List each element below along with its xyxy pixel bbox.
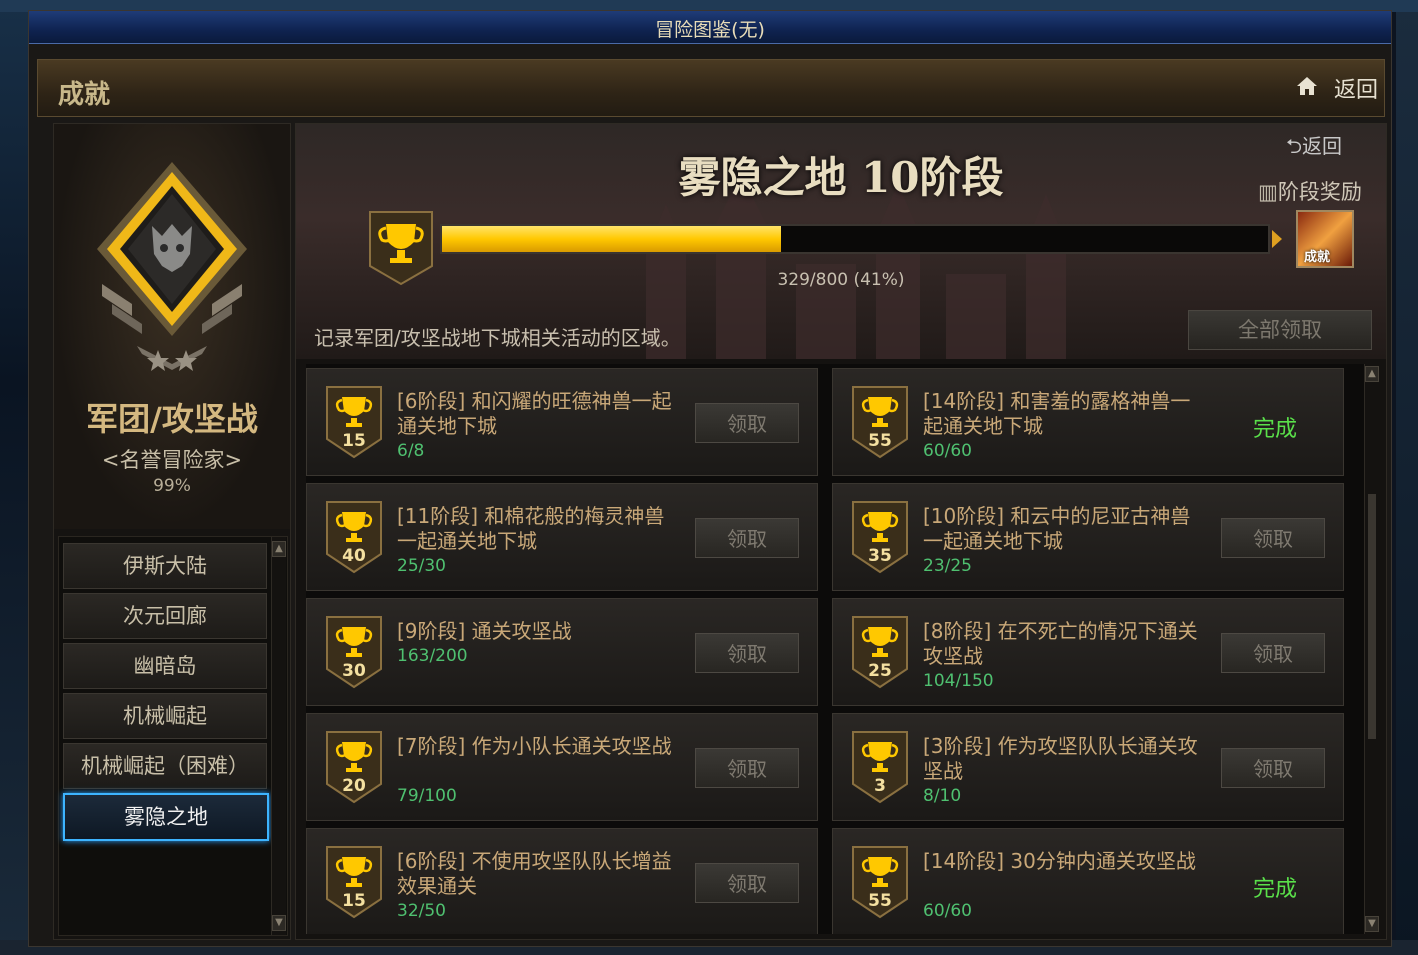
achievement-claim-button[interactable]: 领取 <box>1221 518 1325 558</box>
claim-all-button[interactable]: 全部领取 <box>1188 310 1372 350</box>
achievement-scrollbar[interactable]: ▲ ▼ <box>1364 364 1379 934</box>
achievement-card: 40 [11阶段] 和棉花般的梅灵神兽一起通关地下城 25/30 领取 <box>306 483 818 591</box>
achievement-progress: 104/150 <box>923 671 994 691</box>
nav-item-mechanical-rise-hard[interactable]: 机械崛起（困难） <box>63 743 267 789</box>
achievement-progress: 32/50 <box>397 901 446 921</box>
achievement-points: 15 <box>342 891 366 911</box>
stage-return-label: 返回 <box>1302 134 1343 158</box>
achievement-card: 35 [10阶段] 和云中的尼亚古神兽一起通关地下城 23/25 领取 <box>832 483 1344 591</box>
achievement-points: 15 <box>342 431 366 451</box>
adventure-codex-window: 冒险图鉴(无) 成就 返回 军团/攻坚战 <名誉冒险家> 99% 伊斯大陆 次元… <box>28 10 1392 947</box>
achievement-points: 3 <box>874 776 886 796</box>
window-titlebar[interactable]: 冒险图鉴(无) <box>29 11 1391 44</box>
achievement-title: [9阶段] 通关攻坚战 <box>397 619 572 643</box>
achievement-points: 40 <box>342 546 366 566</box>
section-header: 成就 返回 <box>37 59 1385 117</box>
category-honor-title: <名誉冒险家> <box>101 448 243 472</box>
achievement-title: [8阶段] 在不死亡的情况下通关攻坚战 <box>923 619 1198 668</box>
achievement-card: 55 [14阶段] 和害羞的露格神兽一起通关地下城 60/60 完成 <box>832 368 1344 476</box>
stage-panel: 雾隐之地 10阶段 ⮌返回 ▥阶段奖励 成就 329/800 (41%) 记录军… <box>295 123 1387 940</box>
achievement-points: 55 <box>868 431 892 451</box>
nav-item-dark-island[interactable]: 幽暗岛 <box>63 643 267 689</box>
achievement-card: 15 [6阶段] 和闪耀的旺德神兽一起通关地下城 6/8 领取 <box>306 368 818 476</box>
achievement-points: 25 <box>868 661 892 681</box>
nav-scrollbar[interactable]: ▲ ▼ <box>271 537 286 935</box>
achievement-points: 20 <box>342 776 366 796</box>
chevron-up-icon[interactable]: ▲ <box>1365 366 1379 382</box>
achievement-progress: 6/8 <box>397 441 425 461</box>
gift-icon: ▥ <box>1258 180 1278 204</box>
achievement-progress: 25/30 <box>397 556 446 576</box>
achievement-claim-button[interactable]: 领取 <box>1221 633 1325 673</box>
achievement-card: 3 [3阶段] 作为攻坚队队长通关攻坚战 8/10 领取 <box>832 713 1344 821</box>
achievement-points: 30 <box>342 661 366 681</box>
background-left-strip <box>0 0 30 955</box>
return-arrow-icon: ⮌ <box>1286 134 1303 158</box>
nav-item-misty-land[interactable]: 雾隐之地 <box>63 793 269 841</box>
stage-progress-text: 329/800 (41%) <box>777 270 905 290</box>
achievement-card: 15 [6阶段] 不使用攻坚队队长增益效果通关 32/50 领取 <box>306 828 818 934</box>
header-back-button[interactable]: 返回 <box>1334 72 1378 104</box>
category-badge-area: 军团/攻坚战 <名誉冒险家> 99% <box>54 124 290 529</box>
achievement-title: [6阶段] 不使用攻坚队队长增益效果通关 <box>397 849 672 898</box>
stage-progress-bar <box>440 224 1270 254</box>
achievement-progress: 60/60 <box>923 901 972 921</box>
achievement-complete-label: 完成 <box>1253 417 1298 442</box>
home-icon[interactable] <box>1296 76 1318 96</box>
stage-return-button[interactable]: ⮌返回 <box>1286 130 1342 166</box>
achievement-title: [7阶段] 作为小队长通关攻坚战 <box>397 734 672 758</box>
achievement-claim-button[interactable]: 领取 <box>695 863 799 903</box>
achievement-points: 35 <box>868 546 892 566</box>
stage-banner: 雾隐之地 10阶段 ⮌返回 ▥阶段奖励 成就 329/800 (41%) 记录军… <box>296 124 1386 359</box>
achievement-progress: 23/25 <box>923 556 972 576</box>
stage-reward-button[interactable]: ▥阶段奖励 <box>1258 176 1362 206</box>
achievement-claim-button[interactable]: 领取 <box>1221 748 1325 788</box>
window-title: 冒险图鉴(无) <box>655 19 765 41</box>
achievement-card: 30 [9阶段] 通关攻坚战 163/200 领取 <box>306 598 818 706</box>
stage-description: 记录军团/攻坚战地下城相关活动的区域。 <box>314 326 681 350</box>
chevron-up-icon[interactable]: ▲ <box>272 541 286 557</box>
stage-progress-fill <box>442 226 781 252</box>
region-nav-list: 伊斯大陆 次元回廊 幽暗岛 机械崛起 机械崛起（困难） 雾隐之地 ▲ ▼ <box>58 536 288 936</box>
achievement-progress: 163/200 <box>397 646 468 666</box>
achievement-progress: 8/10 <box>923 786 962 806</box>
nav-item-mechanical-rise[interactable]: 机械崛起 <box>63 693 267 739</box>
achievement-title: [11阶段] 和棉花般的梅灵神兽一起通关地下城 <box>397 504 665 553</box>
achievement-list: 15 [6阶段] 和闪耀的旺德神兽一起通关地下城 6/8 领取 55 [14阶段] 和害羞… <box>306 364 1372 934</box>
nav-item-istvan[interactable]: 伊斯大陆 <box>63 543 267 589</box>
nav-item-dimension-corridor[interactable]: 次元回廊 <box>63 593 267 639</box>
achievement-claim-button[interactable]: 领取 <box>695 633 799 673</box>
background-right-strip <box>1396 0 1418 955</box>
achievement-progress: 79/100 <box>397 786 457 806</box>
progress-arrow-icon <box>1272 230 1282 248</box>
achievement-title: [14阶段] 和害羞的露格神兽一起通关地下城 <box>923 389 1191 438</box>
achievement-card: 20 [7阶段] 作为小队长通关攻坚战 79/100 领取 <box>306 713 818 821</box>
section-title: 成就 <box>58 80 111 110</box>
achievement-claim-button[interactable]: 领取 <box>695 748 799 788</box>
stage-reward-item[interactable]: 成就 <box>1296 210 1354 268</box>
stage-title: 雾隐之地 10阶段 <box>678 153 1004 202</box>
achievement-points: 55 <box>868 891 892 911</box>
chevron-down-icon[interactable]: ▼ <box>272 915 286 931</box>
chevron-down-icon[interactable]: ▼ <box>1365 916 1379 932</box>
achievement-card: 55 [14阶段] 30分钟内通关攻坚战 60/60 完成 <box>832 828 1344 934</box>
legion-raid-emblem-icon <box>97 162 247 371</box>
category-completion-percent: 99% <box>153 476 191 496</box>
achievement-complete-label: 完成 <box>1253 877 1298 902</box>
reward-item-label: 成就 <box>1304 250 1331 265</box>
achievement-title: [14阶段] 30分钟内通关攻坚战 <box>923 849 1196 873</box>
achievement-title: [10阶段] 和云中的尼亚古神兽一起通关地下城 <box>923 504 1191 553</box>
stage-reward-label: 阶段奖励 <box>1277 180 1362 204</box>
achievement-claim-button[interactable]: 领取 <box>695 403 799 443</box>
achievement-title: [6阶段] 和闪耀的旺德神兽一起通关地下城 <box>397 389 672 438</box>
achievement-card: 25 [8阶段] 在不死亡的情况下通关攻坚战 104/150 领取 <box>832 598 1344 706</box>
category-panel: 军团/攻坚战 <名誉冒险家> 99% 伊斯大陆 次元回廊 幽暗岛 机械崛起 机械… <box>53 123 291 940</box>
achievement-title: [3阶段] 作为攻坚队队长通关攻坚战 <box>923 734 1198 783</box>
category-name: 军团/攻坚战 <box>86 400 258 438</box>
achievement-claim-button[interactable]: 领取 <box>695 518 799 558</box>
scrollbar-thumb[interactable] <box>1368 494 1376 739</box>
achievement-progress: 60/60 <box>923 441 972 461</box>
